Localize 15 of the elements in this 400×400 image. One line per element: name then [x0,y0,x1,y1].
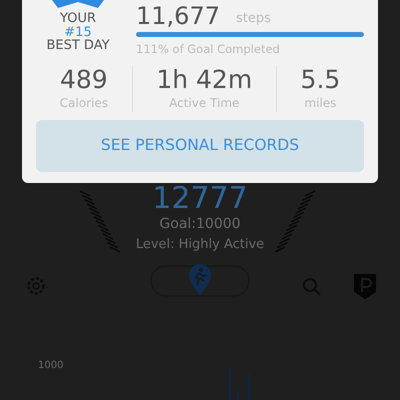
rank-number: #15 [64,26,92,40]
shield-logo-icon[interactable] [353,272,377,300]
goal-text: Goal:10000 [158,215,242,234]
stat-value: 1h 42m [156,66,252,94]
stat-value: 489 [60,66,108,94]
step-count: 12777 [151,184,249,214]
chart-axis-label: 1000 [38,359,64,373]
activity-toggle[interactable] [150,262,250,298]
rank-text: BEST DAY [46,39,110,53]
rank-text: YOUR [60,12,96,26]
stat-value: 5.5 [300,66,340,94]
steps-count: 11,677 [136,4,220,28]
activity-level-text: Level: Highly Active [134,236,266,254]
personal-records-button[interactable]: SEE PERSONAL RECORDS [36,120,364,172]
ribbon-icon [52,0,104,8]
